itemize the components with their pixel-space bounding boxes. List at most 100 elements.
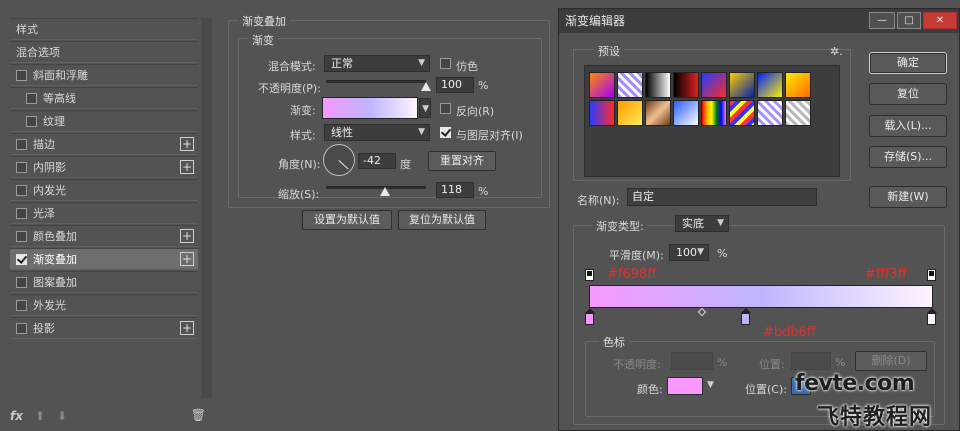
style-select[interactable]: 线性 ▼ <box>324 124 430 141</box>
reverse-checkbox[interactable] <box>440 103 451 114</box>
scale-unit: % <box>478 185 489 198</box>
reset-alignment-button[interactable]: 重置对齐 <box>428 151 496 171</box>
gradient-type-select[interactable]: 实底 ▼ <box>675 215 729 232</box>
preset-swatch[interactable] <box>729 100 755 126</box>
ok-button[interactable]: 确定 <box>869 52 947 74</box>
fx-icon[interactable]: fx <box>10 409 23 423</box>
close-button[interactable]: ✕ <box>923 12 957 29</box>
angle-dial[interactable] <box>323 144 355 176</box>
preset-swatch[interactable] <box>589 72 615 98</box>
style-item-label: 外发光 <box>33 299 66 312</box>
preset-swatch[interactable] <box>785 72 811 98</box>
style-item[interactable]: 斜面和浮雕 <box>10 64 198 86</box>
style-item[interactable]: 颜色叠加 + <box>10 225 198 247</box>
style-item[interactable]: 等高线 <box>10 87 198 109</box>
name-label: 名称(N): <box>577 194 620 207</box>
style-checkbox[interactable] <box>26 115 37 127</box>
style-checkbox[interactable] <box>16 253 27 265</box>
color-stop-right[interactable] <box>927 308 937 325</box>
opacity-slider[interactable] <box>326 80 426 83</box>
opacity-stop-right[interactable] <box>927 269 936 281</box>
preset-swatch[interactable] <box>701 72 727 98</box>
reset-button[interactable]: 复位 <box>869 83 947 105</box>
maximize-button[interactable]: □ <box>897 12 921 29</box>
opacity-label: 不透明度(P): <box>258 82 321 95</box>
align-layer-checkbox[interactable] <box>440 127 451 138</box>
style-item[interactable]: 图案叠加 <box>10 271 198 293</box>
preset-swatch[interactable] <box>617 100 643 126</box>
styles-scrollbar[interactable] <box>202 18 212 398</box>
gradient-ramp[interactable] <box>589 285 933 308</box>
move-up-icon[interactable]: ⬆ <box>35 409 45 423</box>
name-input[interactable]: 自定 <box>627 188 817 206</box>
preset-swatch[interactable] <box>757 100 783 126</box>
style-checkbox[interactable] <box>16 207 27 219</box>
style-checkbox[interactable] <box>16 184 27 196</box>
preset-swatch[interactable] <box>757 72 783 98</box>
new-button[interactable]: 新建(W) <box>869 186 947 208</box>
stop-location-unit-disabled: % <box>835 356 846 369</box>
opacity-input[interactable]: 100 <box>436 77 474 93</box>
style-item[interactable]: 内阴影 + <box>10 156 198 178</box>
preset-swatch[interactable] <box>729 72 755 98</box>
add-style-icon[interactable]: + <box>180 321 194 335</box>
blend-mode-select[interactable]: 正常 ▼ <box>324 55 430 72</box>
preset-swatch[interactable] <box>645 100 671 126</box>
scale-slider[interactable] <box>326 186 426 189</box>
angle-input[interactable]: -42 <box>358 153 396 169</box>
opacity-slider-thumb[interactable] <box>421 82 431 91</box>
style-checkbox[interactable] <box>16 299 27 311</box>
style-checkbox[interactable] <box>16 276 27 288</box>
stop-color-swatch[interactable] <box>667 377 703 395</box>
gradient-swatch[interactable] <box>322 97 418 119</box>
scale-slider-thumb[interactable] <box>380 187 390 196</box>
style-item[interactable]: 样式 <box>10 18 198 40</box>
add-style-icon[interactable]: + <box>180 137 194 151</box>
trash-icon[interactable]: 🗑 <box>191 408 206 422</box>
smoothness-input[interactable]: 100 ▼ <box>669 244 709 261</box>
set-default-button[interactable]: 设置为默认值 <box>302 210 392 230</box>
preset-swatch[interactable] <box>673 100 699 126</box>
load-button[interactable]: 载入(L)... <box>869 115 947 137</box>
chevron-down-icon[interactable]: ▼ <box>707 380 714 390</box>
preset-swatch[interactable] <box>617 72 643 98</box>
save-button[interactable]: 存储(S)... <box>869 146 947 168</box>
add-style-icon[interactable]: + <box>180 252 194 266</box>
preset-swatch[interactable] <box>589 100 615 126</box>
style-checkbox[interactable] <box>16 230 27 242</box>
style-checkbox[interactable] <box>26 92 37 104</box>
style-item[interactable]: 渐变叠加 + <box>10 248 198 270</box>
style-checkbox[interactable] <box>16 138 27 150</box>
opacity-stop-left[interactable] <box>585 269 594 281</box>
preset-swatch[interactable] <box>645 72 671 98</box>
minimize-button[interactable]: — <box>869 12 895 29</box>
stop-opacity-input <box>671 352 713 370</box>
style-checkbox[interactable] <box>16 161 27 173</box>
add-style-icon[interactable]: + <box>180 229 194 243</box>
angle-unit: 度 <box>400 158 411 171</box>
hex-right-annotation: #fff3ff <box>865 267 907 282</box>
reset-default-button[interactable]: 复位为默认值 <box>398 210 486 230</box>
style-item[interactable]: 混合选项 <box>10 41 198 63</box>
style-item[interactable]: 内发光 <box>10 179 198 201</box>
style-item[interactable]: 光泽 <box>10 202 198 224</box>
gear-icon[interactable]: ✲. <box>830 45 843 58</box>
style-item[interactable]: 外发光 <box>10 294 198 316</box>
style-item[interactable]: 投影 + <box>10 317 198 339</box>
add-style-icon[interactable]: + <box>180 160 194 174</box>
preset-swatch[interactable] <box>701 100 727 126</box>
preset-swatch[interactable] <box>673 72 699 98</box>
preset-swatch[interactable] <box>785 100 811 126</box>
style-checkbox[interactable] <box>16 69 27 81</box>
chevron-down-icon: ▼ <box>418 127 425 137</box>
style-item-label: 图案叠加 <box>33 276 77 289</box>
style-item[interactable]: 描边 + <box>10 133 198 155</box>
move-down-icon[interactable]: ⬇ <box>57 409 67 423</box>
style-item[interactable]: 纹理 <box>10 110 198 132</box>
dither-checkbox[interactable] <box>440 58 451 69</box>
color-stop-left[interactable] <box>585 308 595 325</box>
gradient-picker-toggle[interactable]: ▼ <box>419 98 431 118</box>
scale-input[interactable]: 118 <box>436 182 474 198</box>
style-checkbox[interactable] <box>16 322 27 334</box>
color-stop-middle[interactable] <box>741 308 751 325</box>
